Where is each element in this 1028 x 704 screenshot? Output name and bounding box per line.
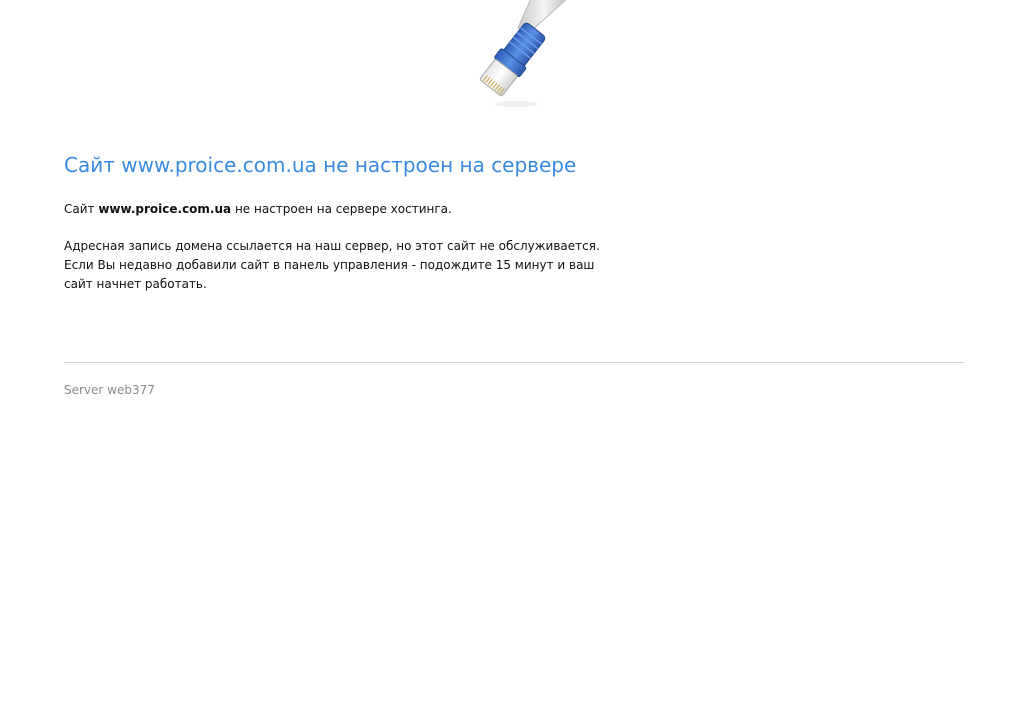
error-page: Сайт www.proice.com.ua не настроен на се… xyxy=(0,0,1028,704)
message-block: Сайт www.proice.com.ua не настроен на се… xyxy=(64,150,964,294)
server-label: Server web377 xyxy=(64,383,155,397)
intro-prefix: Сайт xyxy=(64,202,99,216)
intro-suffix: не настроен на сервере хостинга. xyxy=(231,202,452,216)
divider xyxy=(64,362,964,363)
details-text: Адресная запись домена ссылается на наш … xyxy=(64,237,624,294)
details-line-2: Если Вы недавно добавили сайт в панель у… xyxy=(64,258,595,291)
details-line-1: Адресная запись домена ссылается на наш … xyxy=(64,239,600,253)
network-cable-icon xyxy=(479,0,567,107)
page-title: Сайт www.proice.com.ua не настроен на се… xyxy=(64,153,577,177)
domain-name: www.proice.com.ua xyxy=(98,202,232,216)
intro-text: Сайт www.proice.com.ua не настроен на се… xyxy=(64,200,964,219)
